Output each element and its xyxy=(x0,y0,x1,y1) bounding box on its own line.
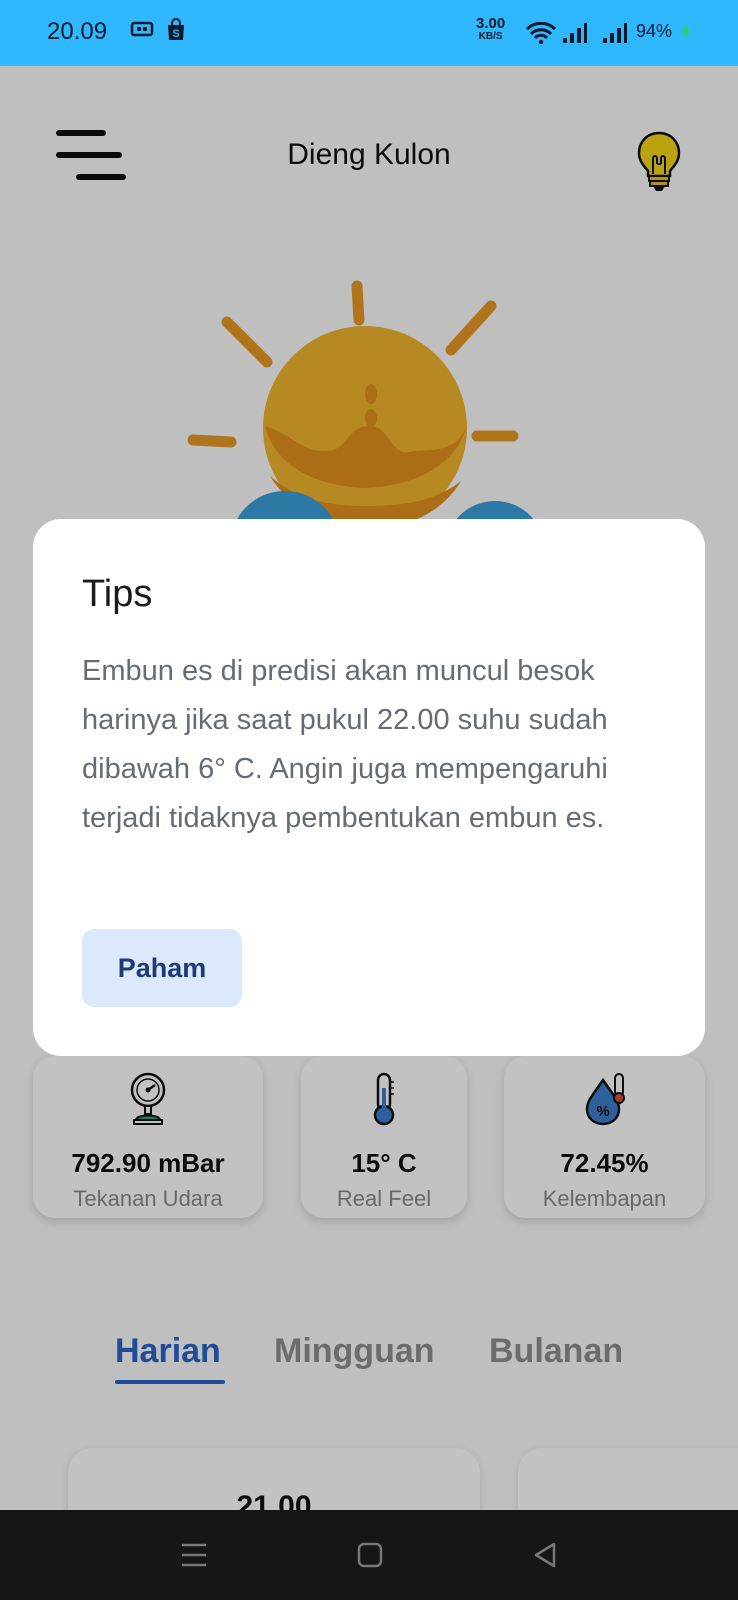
network-speed-unit: KB/S xyxy=(478,31,503,42)
home-icon[interactable] xyxy=(357,1542,383,1573)
dialog-title: Tips xyxy=(82,573,153,615)
signal-strength-icon-2 xyxy=(602,22,628,49)
wifi-icon xyxy=(525,21,557,49)
status-bar: 20.09 S 3.00 KB/S 94% xyxy=(0,0,738,66)
cast-icon xyxy=(130,20,154,43)
network-speed-value: 3.00 xyxy=(476,15,506,32)
paham-button[interactable]: Paham xyxy=(82,929,242,1007)
network-speed: 3.00 KB/S xyxy=(476,15,506,43)
shopping-bag-icon: S xyxy=(165,18,187,47)
svg-text:S: S xyxy=(172,28,179,40)
status-time: 20.09 xyxy=(47,18,108,45)
signal-strength-icon xyxy=(562,22,588,49)
recent-apps-icon[interactable] xyxy=(180,1542,208,1573)
battery-level: 94% xyxy=(636,21,673,41)
tips-dialog: Tips Embun es di predisi akan muncul bes… xyxy=(33,519,705,1056)
dialog-message: Embun es di predisi akan muncul besok ha… xyxy=(82,655,608,834)
back-icon[interactable] xyxy=(532,1542,558,1573)
system-nav-bar xyxy=(0,1510,738,1600)
charging-icon xyxy=(681,24,691,45)
